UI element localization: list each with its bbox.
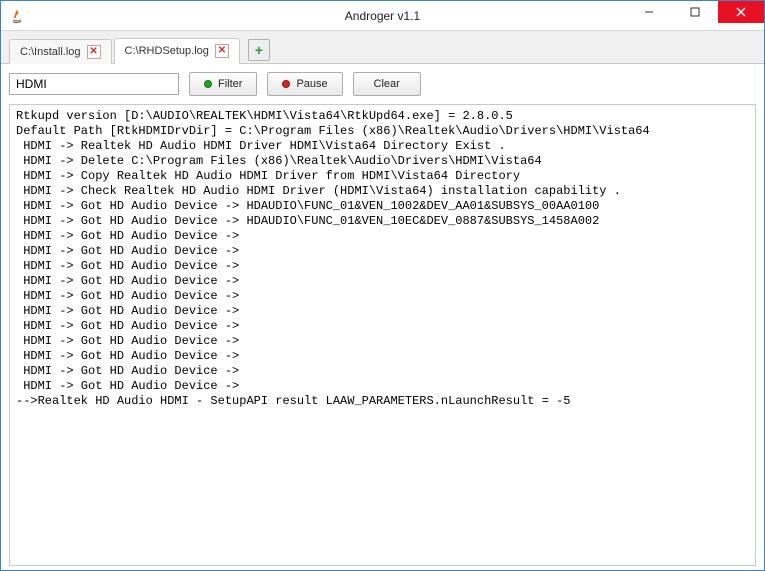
red-dot-icon [282, 80, 290, 88]
toolbar: Filter Pause Clear [1, 64, 764, 104]
log-pane[interactable]: Rtkupd version [D:\AUDIO\REALTEK\HDMI\Vi… [9, 104, 756, 566]
clear-label: Clear [374, 78, 400, 90]
window-controls [626, 1, 764, 23]
plus-icon: + [255, 43, 263, 57]
search-input[interactable] [9, 73, 179, 95]
close-button[interactable] [718, 1, 764, 23]
close-icon[interactable]: ✕ [215, 44, 229, 58]
add-tab-button[interactable]: + [248, 39, 270, 61]
filter-button[interactable]: Filter [189, 72, 257, 96]
green-dot-icon [204, 80, 212, 88]
log-text: Rtkupd version [D:\AUDIO\REALTEK\HDMI\Vi… [10, 105, 755, 413]
clear-button[interactable]: Clear [353, 72, 421, 96]
tab-rhdsetup-log[interactable]: C:\RHDSetup.log ✕ [114, 38, 240, 64]
filter-label: Filter [218, 78, 242, 90]
pause-label: Pause [296, 78, 327, 90]
pause-button[interactable]: Pause [267, 72, 342, 96]
minimize-button[interactable] [626, 1, 672, 23]
tab-install-log[interactable]: C:\Install.log ✕ [9, 39, 112, 64]
titlebar[interactable]: Androger v1.1 [1, 1, 764, 31]
close-icon[interactable]: ✕ [87, 45, 101, 59]
java-icon [9, 8, 25, 24]
tabbar: C:\Install.log ✕ C:\RHDSetup.log ✕ + [1, 31, 764, 64]
tab-label: C:\Install.log [20, 46, 81, 58]
tab-label: C:\RHDSetup.log [125, 45, 209, 57]
maximize-button[interactable] [672, 1, 718, 23]
